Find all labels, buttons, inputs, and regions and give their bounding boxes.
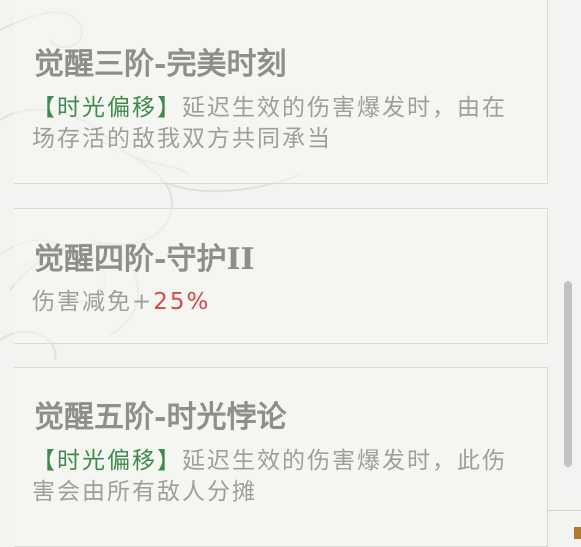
awakening-card-title: 觉醒五阶-时光悖论 bbox=[34, 400, 287, 435]
awakening-card-title: 觉醒四阶-守护II bbox=[34, 242, 255, 277]
keyword-time-shift: 【时光偏移】 bbox=[32, 95, 182, 121]
awakening-card-4: 觉醒四阶-守护II 伤害减免+25% bbox=[14, 208, 548, 344]
scrollbar-thumb[interactable] bbox=[564, 281, 572, 467]
damage-reduction-value: 25% bbox=[153, 289, 211, 315]
awakening-card-description: 伤害减免+25% bbox=[32, 287, 512, 318]
awakening-card-description: 【时光偏移】延迟生效的伤害爆发时，由在场存活的敌我双方共同承当 bbox=[32, 93, 512, 155]
awakening-card-5: 觉醒五阶-时光悖论 【时光偏移】延迟生效的伤害爆发时，此伤害会由所有敌人分摊 bbox=[14, 367, 548, 547]
awakening-card-title: 觉醒三阶-完美时刻 bbox=[34, 47, 287, 82]
awakening-card-description: 【时光偏移】延迟生效的伤害爆发时，此伤害会由所有敌人分摊 bbox=[32, 446, 512, 508]
keyword-time-shift: 【时光偏移】 bbox=[32, 448, 182, 474]
awakening-card-3: 觉醒三阶-完美时刻 【时光偏移】延迟生效的伤害爆发时，由在场存活的敌我双方共同承… bbox=[14, 0, 548, 184]
description-text: 伤害减免+ bbox=[32, 289, 154, 315]
divider bbox=[548, 510, 581, 511]
corner-ornament bbox=[574, 527, 581, 539]
